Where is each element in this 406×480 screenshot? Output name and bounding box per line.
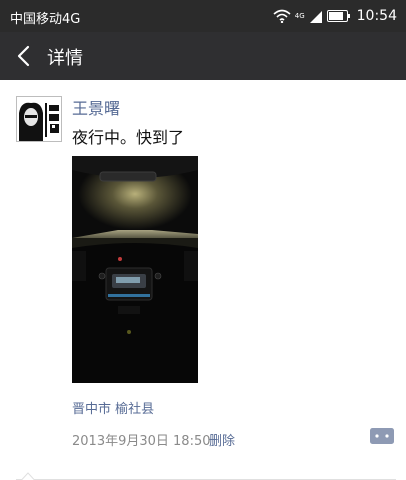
wifi-icon — [273, 9, 291, 23]
delete-button[interactable]: 删除 — [209, 430, 235, 449]
comment-area-pointer — [16, 472, 396, 480]
nav-bar: 详情 — [0, 32, 406, 80]
status-bar: 中国移动4G 4G 10:54 — [0, 0, 406, 32]
status-icons: 4G 10:54 — [273, 6, 397, 26]
signal-icon — [309, 10, 322, 23]
location-label[interactable]: 晋中市 榆社县 — [72, 398, 154, 417]
network-type-label: 4G — [294, 12, 305, 20]
page-title: 详情 — [47, 48, 83, 69]
night-drive-photo — [72, 156, 198, 383]
moment-detail: 王景曙 夜行中。快到了 晋中市 榆社县 2013年9月30日 18:50 删除 — [0, 80, 406, 480]
author-name[interactable]: 王景曙 — [72, 95, 120, 119]
battery-icon — [326, 10, 350, 22]
back-button[interactable] — [10, 40, 40, 72]
avatar-image — [17, 97, 61, 141]
comment-area-edge — [16, 462, 396, 480]
comment-bubble-icon — [370, 428, 394, 444]
comment-button[interactable] — [370, 428, 394, 446]
avatar[interactable] — [16, 96, 62, 142]
post-text: 夜行中。快到了 — [72, 128, 185, 147]
chevron-left-icon — [17, 45, 30, 67]
clock: 10:54 — [356, 8, 397, 24]
carrier-label: 中国移动4G — [10, 12, 81, 27]
post-timestamp: 2013年9月30日 18:50 — [72, 434, 211, 449]
post-photo[interactable] — [72, 156, 198, 383]
